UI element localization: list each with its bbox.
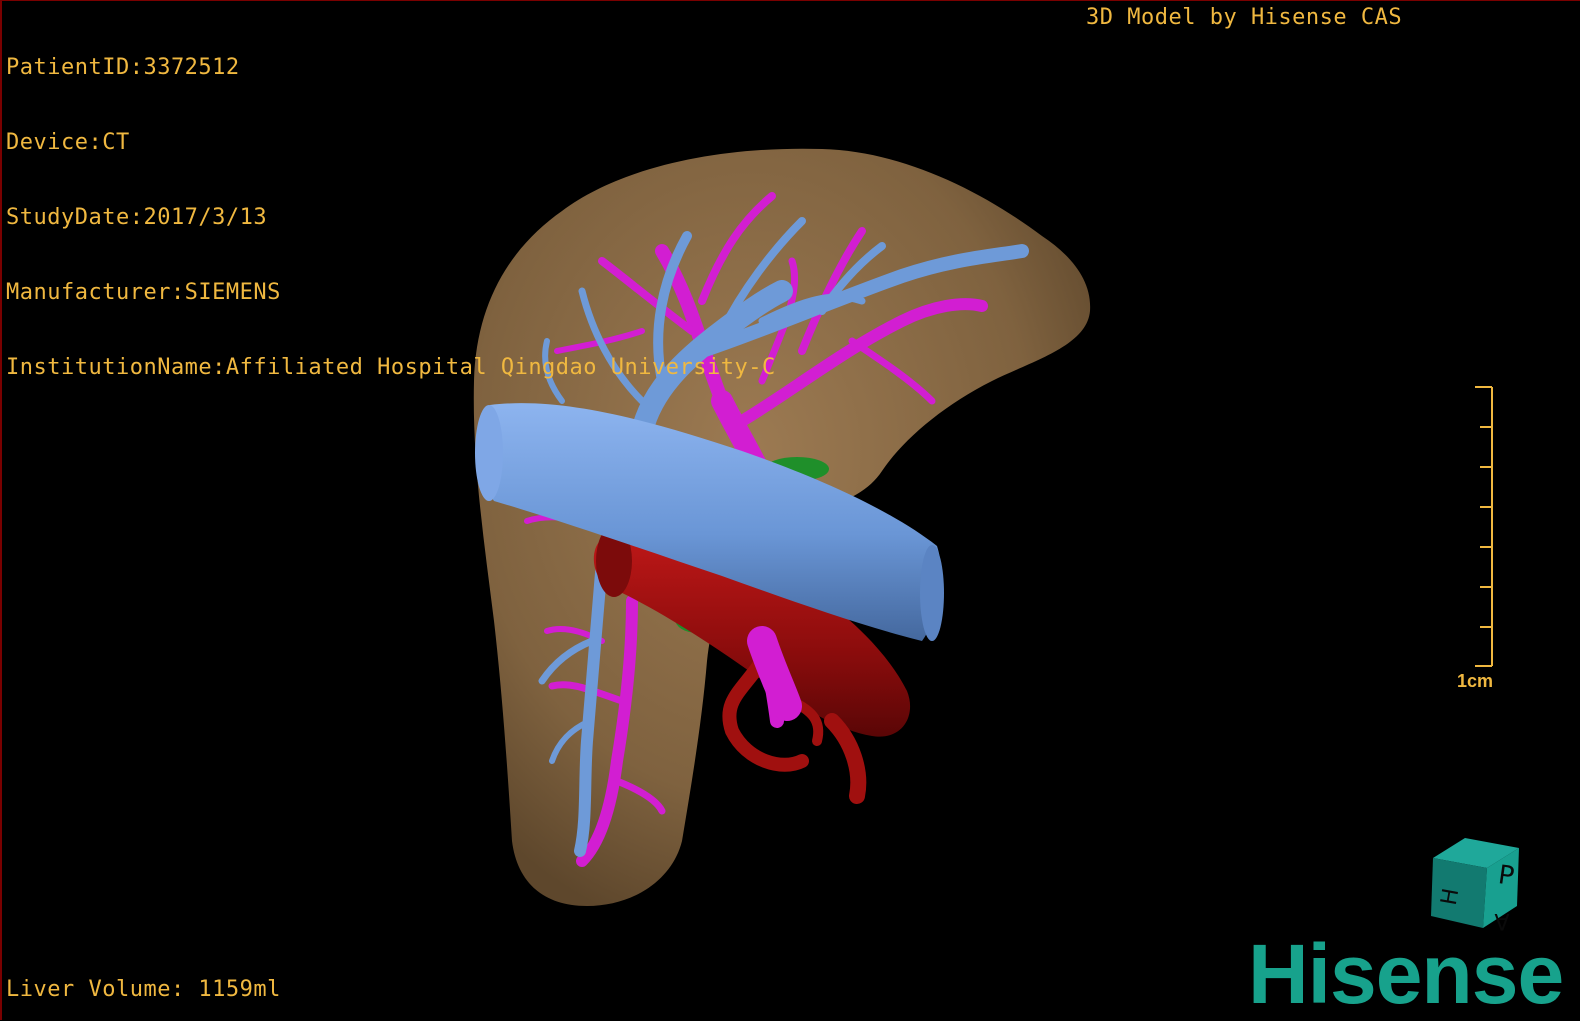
hisense-logo: Hisense [1248,927,1564,1021]
scale-bar-label: 1cm [1457,671,1494,691]
study-date-label: StudyDate:2017/3/13 [6,205,268,230]
institution-label: InstitutionName:Affiliated Hospital Qing… [6,355,776,380]
orientation-cube-icon[interactable]: P H A [1427,836,1527,936]
device-label: Device:CT [6,130,130,155]
patient-id-label: PatientID:3372512 [6,55,240,80]
dicom-info-panel: PatientID:3372512 Device:CT StudyDate:20… [6,5,776,430]
manufacturer-label: Manufacturer:SIEMENS [6,280,281,305]
3d-viewport[interactable]: PatientID:3372512 Device:CT StudyDate:20… [0,0,1580,1020]
model-credit-label: 3D Model by Hisense CAS [1086,5,1403,30]
scale-bar-icon [1475,386,1493,667]
liver-volume-label: Liver Volume: 1159ml [6,977,281,1002]
